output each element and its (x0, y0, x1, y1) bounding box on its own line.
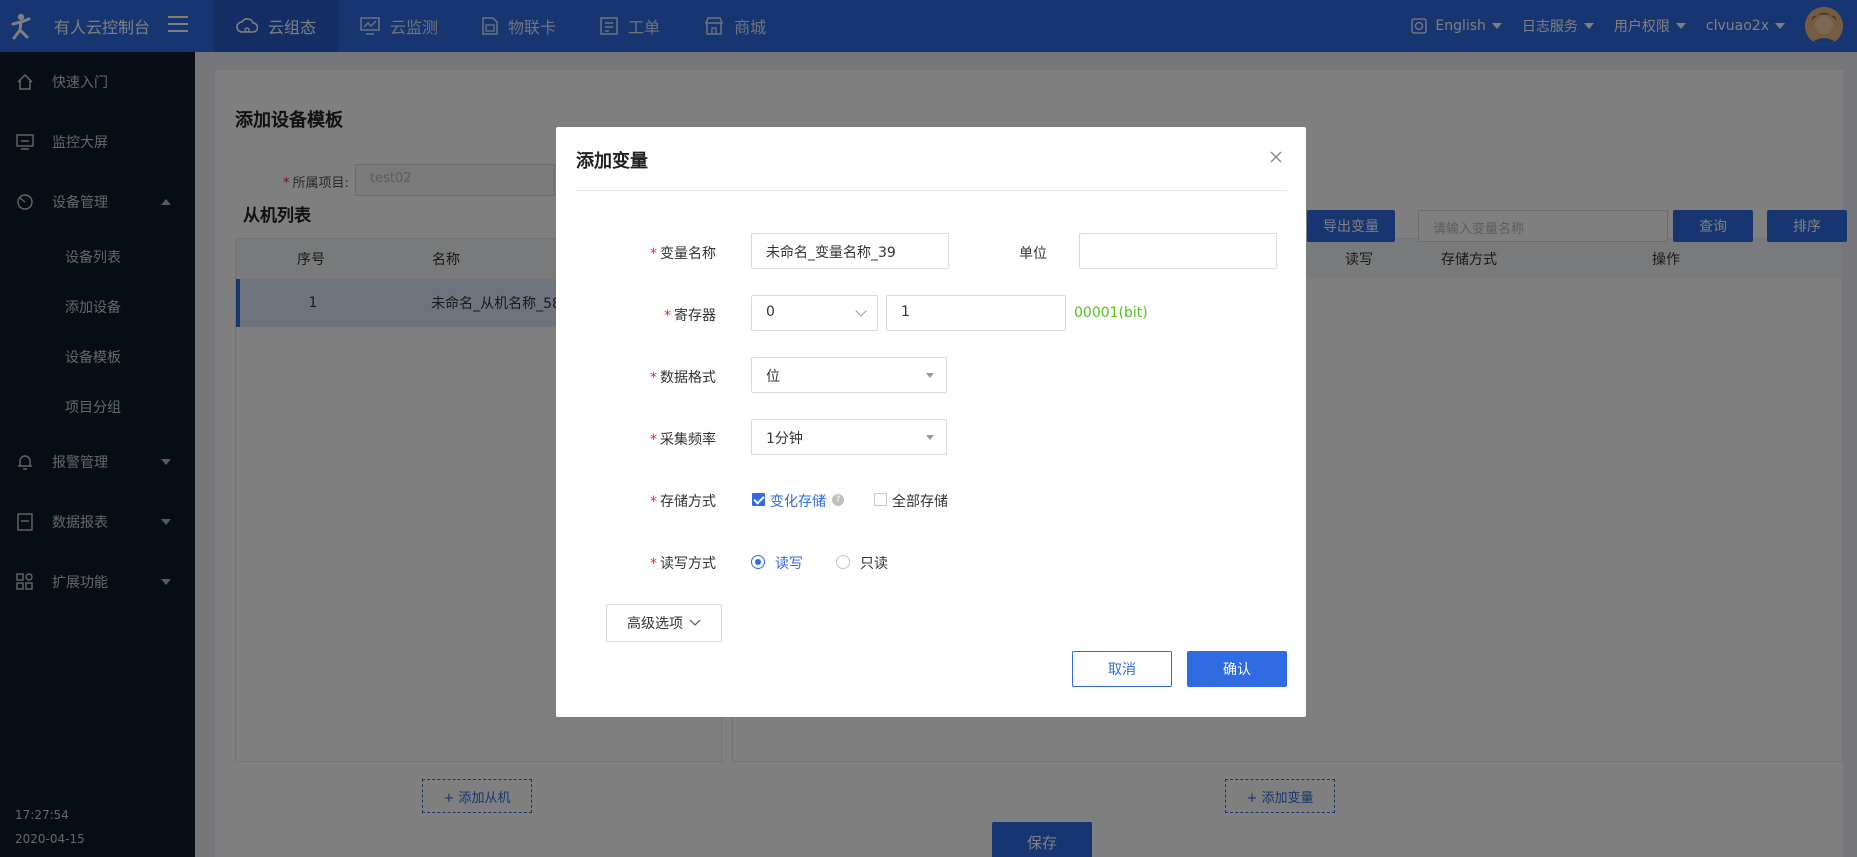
rw-readwrite-radio[interactable] (751, 555, 765, 569)
register-type-value: 0 (766, 304, 775, 320)
field-label-unit: 单位 (1019, 246, 1047, 262)
advanced-options-label: 高级选项 (627, 616, 683, 632)
storage-all-label[interactable]: 全部存储 (892, 491, 948, 511)
close-icon[interactable] (1268, 149, 1284, 165)
storage-all-checkbox[interactable] (874, 493, 887, 506)
rw-readonly-radio[interactable] (836, 555, 850, 569)
dialog-title: 添加变量 (576, 151, 648, 172)
field-label-register: * 寄存器 (664, 308, 716, 324)
storage-change-label[interactable]: 变化存储 (770, 491, 826, 511)
register-type-select[interactable]: 0 (751, 295, 878, 331)
register-address-input[interactable]: 1 (886, 295, 1066, 331)
field-label-storage-method: * 存储方式 (650, 494, 716, 510)
caret-down-icon (926, 373, 934, 378)
advanced-options-button[interactable]: 高级选项 (606, 604, 722, 642)
data-format-value: 位 (766, 369, 780, 385)
collect-frequency-select[interactable]: 1分钟 (751, 419, 947, 455)
cancel-button[interactable]: 取消 (1072, 651, 1172, 687)
help-icon[interactable]: ? (832, 494, 844, 506)
chevron-down-icon (855, 305, 867, 317)
add-variable-dialog: 添加变量 * 变量名称 未命名_变量名称_39 单位 * 寄存器 0 1 00001… (556, 127, 1306, 717)
dialog-divider (576, 190, 1286, 191)
caret-down-icon (926, 435, 934, 440)
rw-readwrite-label[interactable]: 读写 (775, 553, 803, 573)
rw-readonly-label[interactable]: 只读 (860, 553, 888, 573)
collect-frequency-value: 1分钟 (766, 431, 803, 447)
unit-input[interactable] (1079, 233, 1277, 269)
register-hint: 00001(bit) (1074, 305, 1148, 321)
field-label-data-format: * 数据格式 (650, 370, 716, 386)
field-label-collect-frequency: * 采集频率 (650, 432, 716, 448)
confirm-button[interactable]: 确认 (1187, 651, 1287, 687)
field-label-variable-name: * 变量名称 (650, 246, 716, 262)
chevron-down-icon (689, 619, 701, 626)
variable-name-input[interactable]: 未命名_变量名称_39 (751, 233, 949, 269)
field-label-rw-mode: * 读写方式 (650, 556, 716, 572)
storage-change-checkbox[interactable] (752, 493, 765, 506)
data-format-select[interactable]: 位 (751, 357, 947, 393)
